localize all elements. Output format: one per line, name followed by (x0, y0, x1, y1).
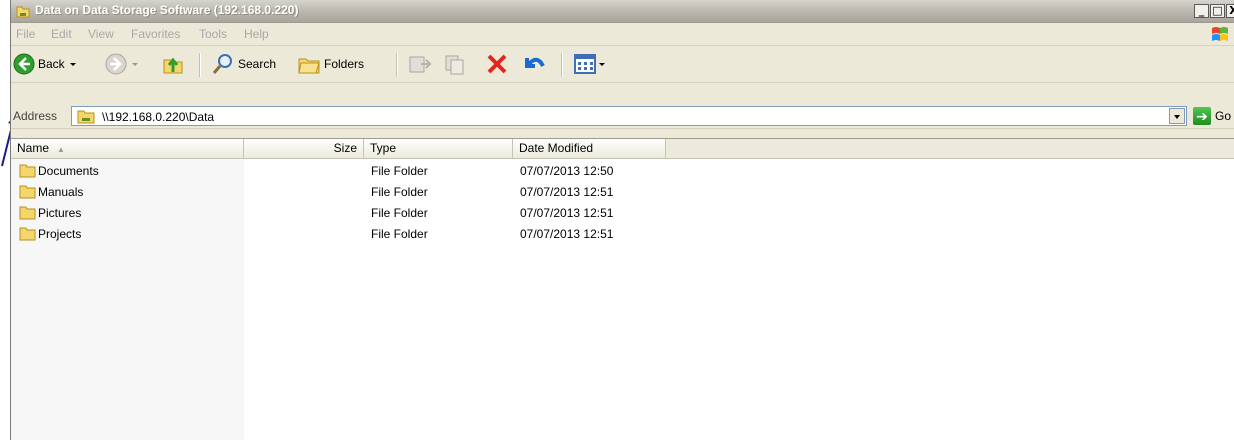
delete-button[interactable] (485, 46, 509, 82)
file-name: Projects (38, 227, 82, 241)
views-dropdown-icon[interactable] (599, 62, 605, 66)
address-label: Address (13, 109, 58, 123)
folder-icon (19, 164, 36, 178)
column-header-name[interactable]: Name ▲ (11, 139, 244, 158)
file-row-documents[interactable]: Documents File Folder 07/07/2013 12:50 (11, 161, 1234, 182)
windows-logo-icon (1212, 27, 1228, 41)
delete-x-icon (487, 54, 507, 74)
folder-icon (19, 206, 36, 220)
file-name: Manuals (38, 185, 84, 199)
file-row-projects[interactable]: Projects File Folder 07/07/2013 12:51 (11, 224, 1234, 245)
file-type: File Folder (371, 206, 428, 220)
address-dropdown-button[interactable] (1169, 108, 1185, 124)
file-row-pictures[interactable]: Pictures File Folder 07/07/2013 12:51 (11, 203, 1234, 224)
file-name: Documents (38, 164, 99, 178)
undo-icon (525, 57, 545, 68)
toolbar-separator (396, 53, 398, 77)
toolbar-separator (561, 53, 563, 77)
menu-view[interactable]: View (88, 27, 114, 41)
go-button[interactable]: ➔ Go (1193, 107, 1231, 125)
menu-file[interactable]: File (16, 27, 35, 41)
column-type-label: Type (370, 141, 397, 155)
column-name-label: Name (17, 141, 50, 155)
maximize-button[interactable]: □ (1210, 4, 1225, 18)
back-label: Back (38, 57, 65, 71)
address-input[interactable]: \\192.168.0.220\Data (71, 106, 1187, 126)
copy-to-icon (445, 55, 464, 75)
file-row-manuals[interactable]: Manuals File Folder 07/07/2013 12:51 (11, 182, 1234, 203)
file-date: 07/07/2013 12:51 (520, 206, 614, 220)
undo-button[interactable] (521, 46, 547, 82)
folders-label: Folders (324, 57, 365, 71)
go-arrow-icon: ➔ (1193, 107, 1211, 125)
search-icon (212, 54, 232, 74)
network-drive-icon (16, 6, 30, 18)
search-button[interactable]: Search (211, 46, 276, 82)
explorer-window: Data on Data Storage Software (192.168.0… (10, 0, 1234, 440)
window-title: Data on Data Storage Software (192.168.0… (35, 3, 299, 17)
column-header-type[interactable]: Type (364, 139, 513, 158)
file-type: File Folder (371, 227, 428, 241)
go-label: Go (1215, 109, 1232, 123)
forward-button[interactable] (105, 46, 138, 82)
back-arrow-icon (13, 53, 35, 75)
up-folder-icon (163, 57, 183, 74)
column-header-size[interactable]: Size (244, 139, 364, 158)
menu-help[interactable]: Help (244, 27, 269, 41)
column-size-label: Size (333, 141, 357, 155)
column-date-label: Date Modified (519, 141, 594, 155)
close-button[interactable]: X (1226, 4, 1234, 18)
folder-icon (19, 227, 36, 241)
folder-icon (19, 185, 36, 199)
file-list[interactable]: Name ▲ Size Type Date Modified Documents … (11, 138, 1234, 440)
file-date: 07/07/2013 12:50 (520, 164, 614, 178)
forward-arrow-icon (105, 53, 127, 75)
back-button[interactable]: Back (13, 46, 76, 82)
menu-bar: File Edit View Favorites Tools Help (11, 23, 1234, 46)
sort-ascending-icon: ▲ (57, 145, 65, 154)
folders-icon (298, 58, 320, 74)
file-type: File Folder (371, 185, 428, 199)
file-name: Pictures (38, 206, 82, 220)
toolbar: Back Search Folders (11, 46, 1234, 83)
column-headers: Name ▲ Size Type Date Modified (11, 139, 1234, 159)
address-bar: Address \\192.168.0.220\Data ➔ Go (11, 104, 1234, 129)
address-value: \\192.168.0.220\Data (102, 110, 215, 124)
menu-edit[interactable]: Edit (51, 27, 72, 41)
views-icon (574, 54, 596, 74)
up-folder-button[interactable] (161, 46, 185, 82)
title-bar[interactable]: Data on Data Storage Software (192.168.0… (11, 0, 1234, 23)
menu-favorites[interactable]: Favorites (131, 27, 180, 41)
file-type: File Folder (371, 164, 428, 178)
toolbar-separator (199, 53, 201, 77)
network-folder-icon (77, 110, 95, 124)
minimize-button[interactable]: _ (1194, 4, 1209, 18)
move-to-button[interactable] (407, 46, 433, 82)
menu-tools[interactable]: Tools (199, 27, 227, 41)
views-button[interactable] (573, 46, 605, 82)
forward-dropdown-icon[interactable] (132, 62, 138, 66)
copy-to-button[interactable] (443, 46, 469, 82)
column-header-date[interactable]: Date Modified (513, 139, 666, 158)
search-label: Search (238, 57, 277, 71)
file-date: 07/07/2013 12:51 (520, 185, 614, 199)
move-to-icon (409, 56, 432, 73)
back-dropdown-icon[interactable] (69, 62, 76, 66)
file-date: 07/07/2013 12:51 (520, 227, 614, 241)
folders-button[interactable]: Folders (297, 46, 364, 82)
